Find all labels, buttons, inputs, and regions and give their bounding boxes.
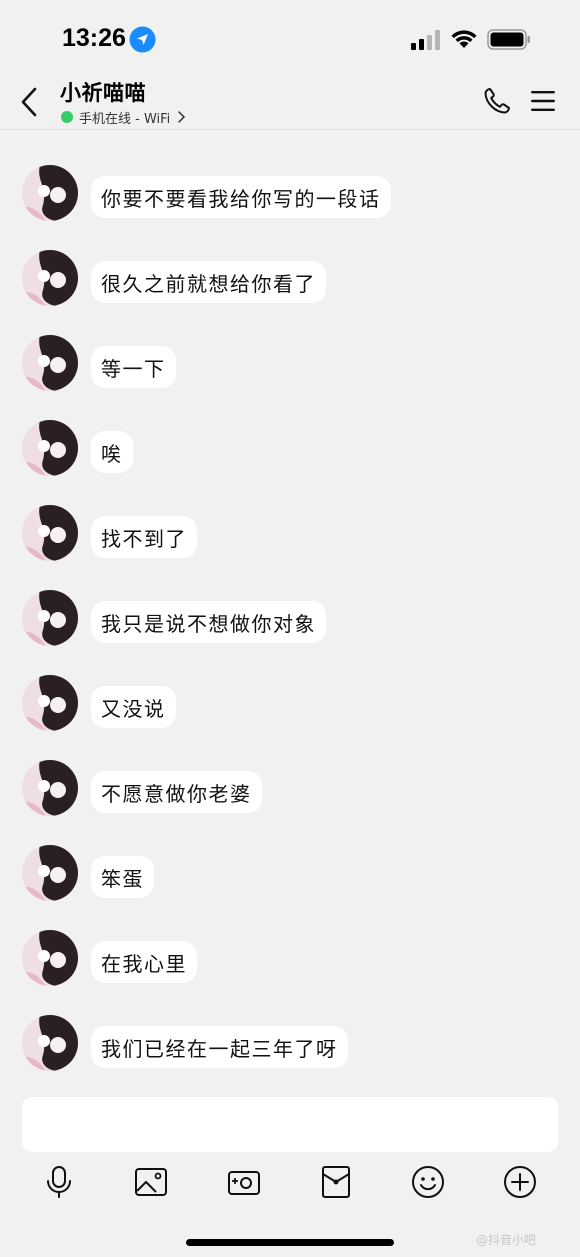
message-row: 找不到了 [0,492,580,561]
contact-avatar[interactable] [22,760,78,816]
location-arrow-icon [129,26,156,53]
chevron-right-icon [178,111,186,123]
microphone-icon[interactable] [42,1165,76,1199]
status-time: 13:26 [62,24,126,52]
input-area: @抖音小吧 [0,1087,580,1257]
message-row: 唉 [0,407,580,476]
message-row: 又没说 [0,662,580,731]
contact-avatar[interactable] [22,590,78,646]
message-bubble[interactable]: 很久之前就想给你看了 [91,261,326,303]
contact-avatar[interactable] [22,675,78,731]
contact-avatar[interactable] [22,930,78,986]
contact-avatar[interactable] [22,505,78,561]
message-bubble[interactable]: 我们已经在一起三年了呀 [91,1026,348,1068]
message-row: 很久之前就想给你看了 [0,237,580,306]
contact-avatar[interactable] [22,845,78,901]
contact-avatar[interactable] [22,1015,78,1071]
message-bubble[interactable]: 又没说 [91,686,176,728]
message-bubble[interactable]: 我只是说不想做你对象 [91,601,326,643]
home-indicator[interactable] [186,1239,394,1246]
cellular-signal-icon [411,30,440,50]
message-input[interactable] [22,1097,558,1152]
contact-avatar[interactable] [22,335,78,391]
contact-name[interactable]: 小祈喵喵 [60,77,146,107]
image-icon[interactable] [134,1165,168,1199]
message-bubble[interactable]: 在我心里 [91,941,197,983]
contact-avatar[interactable] [22,420,78,476]
red-packet-icon[interactable] [319,1165,353,1199]
message-row: 不愿意做你老婆 [0,747,580,816]
phone-call-icon[interactable] [482,86,512,116]
contact-avatar[interactable] [22,250,78,306]
message-row: 在我心里 [0,917,580,986]
message-row: 你要不要看我给你写的一段话 [0,152,580,221]
message-bubble[interactable]: 你要不要看我给你写的一段话 [91,176,391,218]
camera-icon[interactable] [227,1165,261,1199]
menu-icon[interactable] [530,88,556,114]
online-status[interactable]: 手机在线 - WiFi [61,108,186,127]
back-chevron-icon[interactable] [16,84,44,120]
message-bubble[interactable]: 找不到了 [91,516,197,558]
message-row: 笨蛋 [0,832,580,901]
battery-icon [487,29,530,50]
message-bubble[interactable]: 唉 [91,431,133,473]
message-row: 等一下 [0,322,580,391]
message-bubble[interactable]: 不愿意做你老婆 [91,771,262,813]
watermark: @抖音小吧 [476,1233,537,1247]
contact-avatar[interactable] [22,165,78,221]
message-bubble[interactable]: 笨蛋 [91,856,154,898]
online-status-text: 手机在线 - WiFi [79,111,171,127]
message-row: 我们已经在一起三年了呀 [0,1002,580,1071]
message-bubble[interactable]: 等一下 [91,346,176,388]
plus-icon[interactable] [503,1165,537,1199]
online-dot-icon [61,111,73,123]
emoji-icon[interactable] [411,1165,445,1199]
message-row: 我只是说不想做你对象 [0,577,580,646]
chat-header: 小祈喵喵 手机在线 - WiFi [0,78,580,130]
status-bar: 13:26 [0,0,580,78]
wifi-icon [451,30,477,48]
